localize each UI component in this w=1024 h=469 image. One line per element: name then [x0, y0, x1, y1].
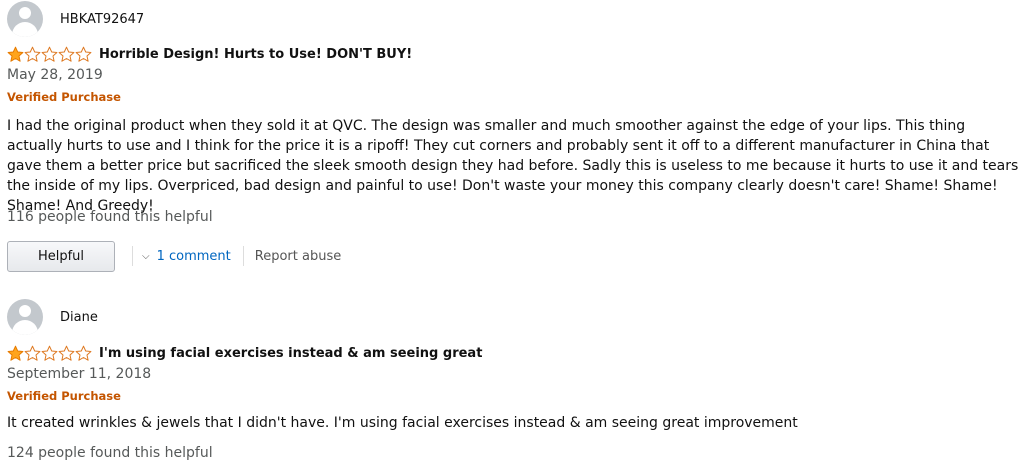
- star-empty-icon: [58, 345, 75, 361]
- report-abuse-link[interactable]: Report abuse: [255, 249, 341, 264]
- review-title[interactable]: I'm using facial exercises instead & am …: [99, 346, 482, 361]
- star-empty-icon: [41, 46, 58, 62]
- review-title[interactable]: Horrible Design! Hurts to Use! DON'T BUY…: [99, 47, 412, 62]
- reviewer-name[interactable]: Diane: [60, 310, 98, 325]
- star-filled-icon: [7, 46, 24, 62]
- verified-purchase-badge: Verified Purchase: [7, 90, 121, 104]
- review-date: September 11, 2018: [7, 366, 152, 382]
- review-date: May 28, 2019: [7, 67, 103, 83]
- helpful-button[interactable]: Helpful: [7, 240, 115, 272]
- avatar[interactable]: [7, 299, 43, 335]
- review-actions: Helpful ⌵ 1 comment Report abuse: [7, 240, 341, 272]
- verified-purchase-badge: Verified Purchase: [7, 389, 121, 403]
- star-empty-icon: [41, 345, 58, 361]
- review-body: I had the original product when they sol…: [7, 118, 1019, 214]
- star-rating: [7, 345, 92, 362]
- comments-link-label: 1 comment: [156, 248, 231, 264]
- reviewer-profile[interactable]: Diane: [7, 299, 98, 335]
- star-empty-icon: [75, 46, 92, 62]
- star-empty-icon: [58, 46, 75, 62]
- avatar[interactable]: [7, 1, 43, 37]
- helpful-button-label: Helpful: [37, 248, 85, 264]
- review-title-row: Horrible Design! Hurts to Use! DON'T BUY…: [7, 45, 412, 63]
- star-filled-icon: [7, 345, 24, 361]
- star-empty-icon: [75, 345, 92, 361]
- reviewer-name[interactable]: HBKAT92647: [60, 12, 144, 27]
- divider: [132, 246, 133, 266]
- helpful-count: 124 people found this helpful: [7, 445, 213, 461]
- reviewer-profile[interactable]: HBKAT92647: [7, 1, 144, 37]
- star-empty-icon: [24, 345, 41, 361]
- helpful-count: 116 people found this helpful: [7, 209, 213, 225]
- star-rating: [7, 46, 92, 63]
- divider: [242, 246, 244, 266]
- review-title-row: I'm using facial exercises instead & am …: [7, 344, 482, 362]
- review-body: It created wrinkles & jewels that I didn…: [7, 415, 798, 431]
- star-empty-icon: [24, 46, 41, 62]
- chevron-down-icon: ⌵: [142, 250, 150, 262]
- comments-link[interactable]: ⌵ 1 comment: [142, 249, 231, 264]
